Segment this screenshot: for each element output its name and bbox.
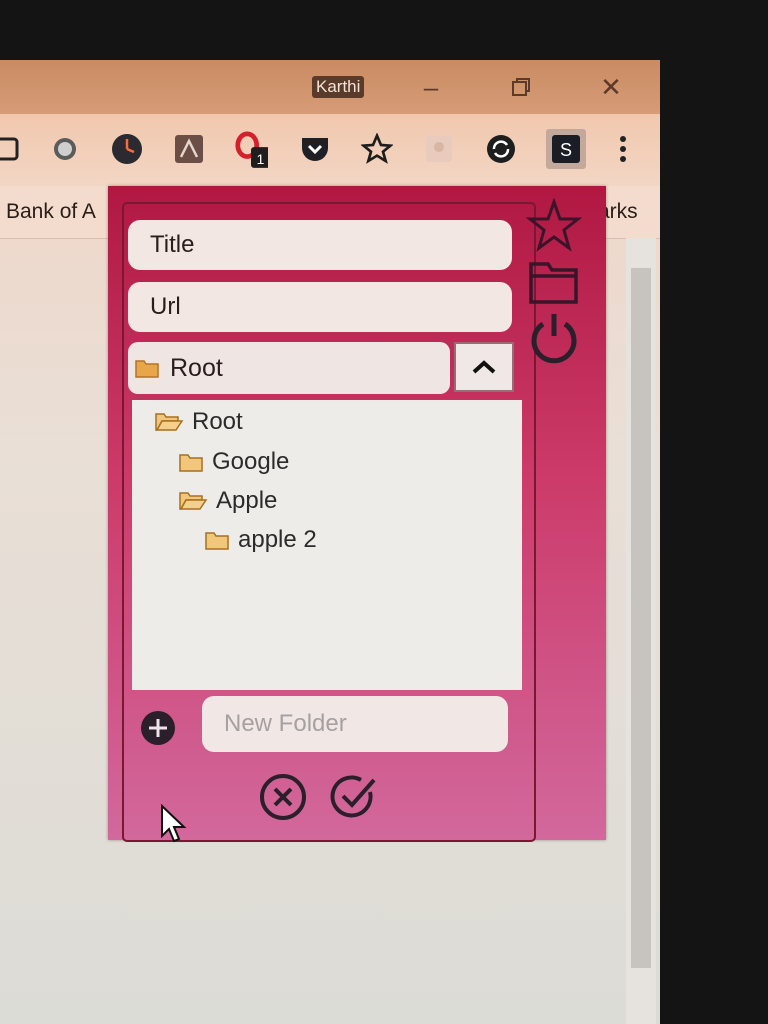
power-icon[interactable] <box>526 310 582 366</box>
close-icon[interactable]: ✕ <box>594 70 628 104</box>
opera-extension-icon[interactable]: 1 <box>234 131 268 168</box>
square-extension-icon[interactable] <box>0 132 26 166</box>
open-folder-icon <box>179 492 208 510</box>
folder-icon <box>179 454 203 472</box>
add-folder-button[interactable] <box>140 710 176 746</box>
tree-node-root[interactable]: Root <box>154 408 243 436</box>
cancel-icon[interactable] <box>258 772 308 822</box>
tree-node-apple[interactable]: Apple <box>178 487 277 515</box>
folder-icon[interactable] <box>526 254 582 310</box>
browser-toolbar: 1 S <box>0 114 660 186</box>
chevron-up-icon <box>472 360 496 374</box>
clock-extension-icon[interactable] <box>110 132 144 166</box>
star-icon[interactable] <box>526 198 582 254</box>
maps-extension-icon[interactable] <box>422 132 456 166</box>
title-field[interactable]: Title <box>128 220 512 270</box>
menu-dots-icon[interactable] <box>606 132 640 166</box>
profile-name[interactable]: Karthi <box>312 76 365 98</box>
folder-select[interactable]: Root <box>128 342 450 394</box>
popup-form: Title Url Root Root Google Apple apple 2… <box>122 202 536 842</box>
minimize-icon[interactable]: – <box>414 70 448 104</box>
folder-icon <box>205 532 229 550</box>
tree-node-google[interactable]: Google <box>178 448 289 476</box>
mouse-cursor-icon <box>161 804 187 843</box>
restore-icon[interactable] <box>504 70 538 104</box>
scroll-thumb[interactable] <box>631 268 651 968</box>
folder-tree: Root Google Apple apple 2 <box>132 400 522 690</box>
sync-extension-icon[interactable] <box>484 132 518 166</box>
tree-node-apple-2[interactable]: apple 2 <box>204 526 317 554</box>
browser-titlebar: Karthi – ✕ <box>0 60 660 114</box>
svg-text:S: S <box>560 140 572 160</box>
open-folder-icon <box>155 413 184 431</box>
page-scrollbar[interactable] <box>626 238 656 1024</box>
bookmark-star-icon[interactable] <box>360 132 394 166</box>
circle-extension-icon[interactable] <box>48 132 82 166</box>
confirm-icon[interactable] <box>328 772 378 822</box>
bookmark-bank[interactable]: Bank of A <box>6 200 96 224</box>
pocket-extension-icon[interactable] <box>298 132 332 166</box>
url-field[interactable]: Url <box>128 282 512 332</box>
bookmark-popup: Title Url Root Root Google Apple apple 2… <box>108 186 606 842</box>
folder-select-value: Root <box>170 353 223 382</box>
collapse-tree-button[interactable] <box>454 342 514 392</box>
new-folder-input[interactable] <box>202 696 508 752</box>
s-extension-icon[interactable]: S <box>546 129 586 169</box>
folder-icon <box>135 360 159 378</box>
pdf-extension-icon[interactable] <box>172 132 206 166</box>
extension-badge: 1 <box>257 152 265 168</box>
